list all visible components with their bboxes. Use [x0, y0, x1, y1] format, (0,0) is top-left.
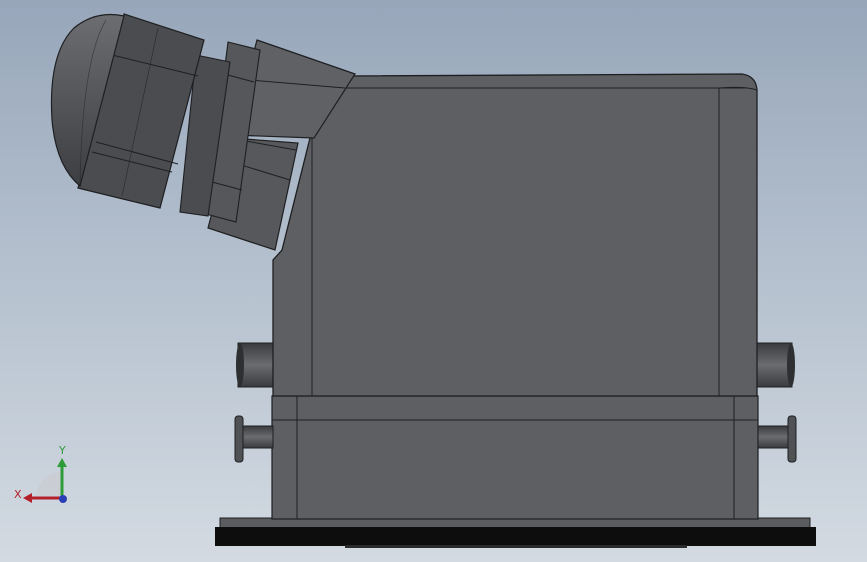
left-locking-pin-lower — [234, 415, 274, 463]
connector-housing-model[interactable] — [0, 0, 867, 562]
triad-y-label: Y — [58, 444, 66, 457]
left-locking-pin-upper — [236, 342, 275, 388]
graphics-viewport[interactable]: Y X — [0, 0, 867, 562]
view-orientation-triad: Y X — [14, 444, 67, 503]
triad-x-label: X — [14, 488, 22, 501]
hood-body — [272, 73, 758, 397]
lower-frame — [271, 395, 759, 520]
right-locking-pin-upper — [755, 342, 795, 388]
base-plate — [215, 517, 816, 548]
right-locking-pin-lower — [757, 415, 797, 463]
